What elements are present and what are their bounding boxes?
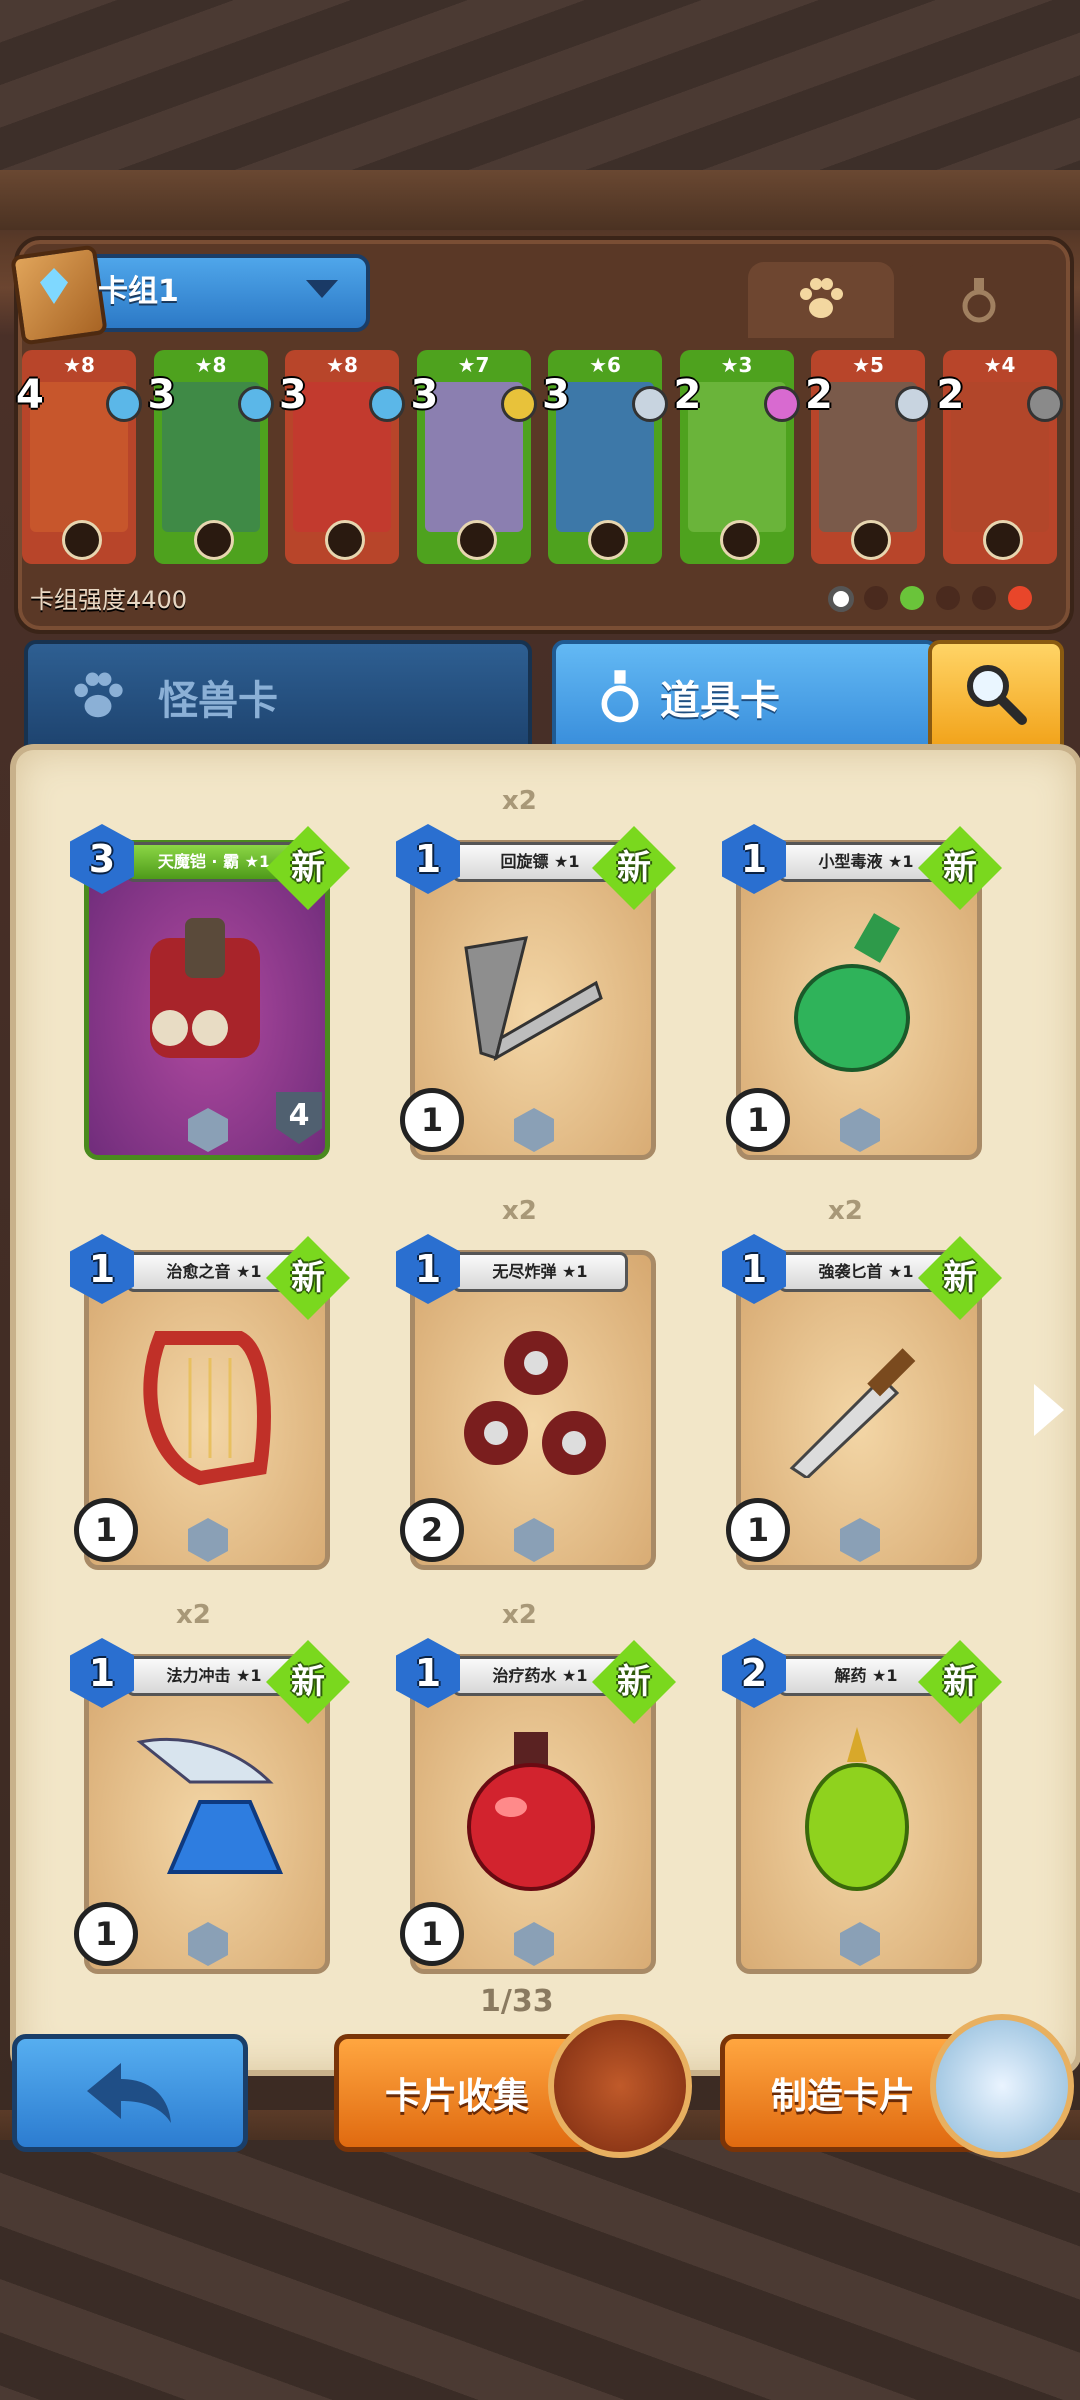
deck-name: 卡组1 — [98, 274, 179, 309]
deck-card[interactable]: ★4 2 — [937, 350, 1063, 564]
green-potion-art-icon — [782, 908, 922, 1072]
filter-beast-icon[interactable] — [936, 586, 960, 610]
paw-icon — [800, 278, 843, 318]
monster-card[interactable]: 天魔铠 · 霸 ★1 3 新 4 — [70, 818, 350, 1160]
deck-card-cost: 3 — [542, 372, 570, 418]
card-collection-label: 卡片收集 — [385, 2076, 530, 2117]
deck-card[interactable]: ★5 2 — [805, 350, 931, 564]
filter-wing-icon[interactable] — [972, 586, 996, 610]
item-card[interactable]: x2 回旋镖 ★1 1 新 1 — [396, 786, 676, 1160]
deck-card-cost: 3 — [410, 372, 439, 418]
element-filter-row — [828, 582, 1058, 614]
tab-item-cards[interactable]: 道具卡 — [552, 640, 938, 748]
card-name: 无尽炸弹 ★1 — [452, 1252, 628, 1292]
item-card[interactable]: 小型毒液 ★1 1 新 1 — [722, 818, 1002, 1160]
tab-monster-filter[interactable] — [748, 262, 894, 338]
weapon-icon — [982, 520, 1023, 560]
card-cooldown: 1 — [400, 1902, 464, 1966]
bottom-wood-decoration — [0, 2140, 1080, 2400]
card-count: x2 — [502, 1196, 537, 1226]
next-page-arrow-icon[interactable] — [1034, 1384, 1064, 1436]
potion-icon — [601, 670, 639, 723]
element-gem-icon — [106, 386, 142, 422]
deck-card-cost: 2 — [673, 372, 702, 418]
deck-card-cost: 4 — [16, 372, 44, 418]
back-button[interactable] — [12, 2034, 248, 2152]
weapon-icon — [588, 520, 628, 560]
deck-card[interactable]: ★8 4 — [16, 350, 142, 564]
deck-card-cost: 3 — [147, 372, 176, 418]
top-wood-decoration — [0, 0, 1080, 190]
filter-nature-icon[interactable] — [900, 586, 924, 610]
boomerang-art-icon — [456, 908, 603, 1068]
deck-power: 卡组强度4400 — [30, 586, 188, 614]
blue-potion-art-icon — [130, 1722, 284, 1882]
element-gem-icon — [369, 386, 405, 422]
filter-all-icon[interactable] — [828, 586, 854, 612]
card-count: x2 — [502, 1600, 537, 1630]
deck-card-row: ★8 4 ★8 3 ★8 3 ★7 3 ★6 3 ★3 2 ★5 2 ★4 2 — [16, 350, 1066, 580]
tab-monster-label: 怪兽卡 — [158, 678, 278, 724]
item-card[interactable]: 解药 ★1 2 新 — [722, 1632, 1002, 1974]
weapon-icon — [851, 520, 891, 560]
card-cooldown: 1 — [400, 1088, 464, 1152]
card-count: x2 — [502, 786, 537, 816]
item-card[interactable]: x2 无尽炸弹 ★1 1 2 — [396, 1196, 656, 1570]
element-gem-icon — [1026, 386, 1063, 422]
card-cooldown: 1 — [726, 1088, 790, 1152]
back-arrow-icon — [87, 2063, 171, 2123]
element-gem-icon — [237, 386, 274, 422]
item-card[interactable]: 治愈之音 ★1 1 新 1 — [70, 1228, 350, 1570]
magnifier-icon — [967, 665, 1027, 725]
weapon-icon — [456, 520, 497, 560]
deck-card-cost: 2 — [805, 372, 833, 418]
filter-fire-icon[interactable] — [1008, 586, 1032, 610]
weapon-icon — [193, 520, 234, 560]
paw-icon — [74, 672, 123, 718]
weapon-icon — [62, 520, 102, 560]
element-gem-icon — [763, 386, 800, 422]
chevron-down-icon[interactable] — [306, 280, 338, 298]
search-button[interactable] — [928, 640, 1064, 748]
harp-art-icon — [130, 1318, 271, 1486]
page-indicator: 1/33 — [480, 1984, 554, 2019]
weapon-icon — [719, 520, 760, 560]
element-gem-icon — [895, 386, 931, 422]
paw-jar-icon[interactable] — [930, 2014, 1074, 2158]
bombs-art-icon — [456, 1318, 606, 1478]
deck-card[interactable]: ★6 3 — [542, 350, 668, 564]
element-gem-icon — [632, 386, 668, 422]
craft-card-label: 制造卡片 — [771, 2076, 916, 2117]
red-potion-art-icon — [456, 1722, 596, 1891]
filter-dark-icon[interactable] — [864, 586, 888, 610]
item-card[interactable]: x2 強袭匕首 ★1 1 新 1 — [722, 1196, 1002, 1570]
card-cooldown: 1 — [74, 1498, 138, 1562]
top-beam — [0, 170, 1080, 230]
tab-item-label: 道具卡 — [660, 678, 780, 724]
deck-card[interactable]: ★3 2 — [674, 350, 800, 564]
card-count: x2 — [176, 1600, 211, 1630]
dagger-art-icon — [782, 1318, 922, 1480]
item-card[interactable]: x2 法力冲击 ★1 1 新 1 — [70, 1600, 350, 1974]
weapon-icon — [325, 520, 365, 560]
card-count: x2 — [828, 1196, 863, 1226]
antidote-art-icon — [782, 1722, 922, 1891]
deck-card[interactable]: ★7 3 — [411, 350, 537, 564]
deck-card-cost: 3 — [279, 372, 307, 418]
item-card[interactable]: x2 治疗药水 ★1 1 新 1 — [396, 1600, 676, 1974]
tab-item-filter[interactable] — [906, 262, 1052, 338]
card-album-icon[interactable] — [548, 2014, 692, 2158]
element-gem-icon — [500, 386, 537, 422]
card-cooldown: 1 — [726, 1498, 790, 1562]
armor-art-icon — [130, 908, 270, 1068]
deck-card[interactable]: ★8 3 — [148, 350, 274, 564]
deck-card[interactable]: ★8 3 — [279, 350, 405, 564]
tab-monster-cards[interactable]: 怪兽卡 — [24, 640, 532, 748]
deck-card-cost: 2 — [936, 372, 965, 418]
card-cooldown: 1 — [74, 1902, 138, 1966]
potion-icon — [962, 278, 996, 323]
card-cooldown: 2 — [400, 1498, 464, 1562]
